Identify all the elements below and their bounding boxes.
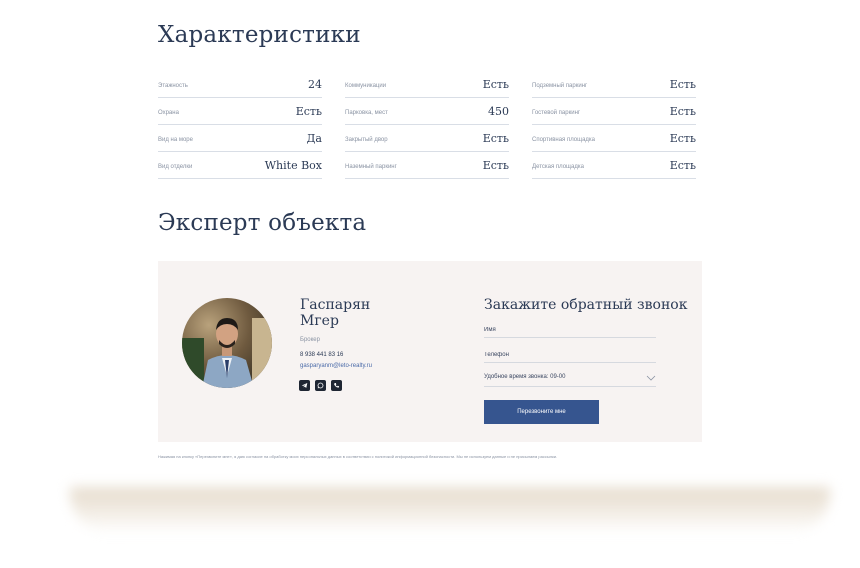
spec-column-2: Коммуникации Есть Парковка, мест 450 Зак… [345,72,509,180]
spec-label: Спортивная площадка [532,136,595,143]
avatar [182,298,272,388]
spec-value: Есть [669,105,696,118]
spec-row: Подземный паркинг Есть [532,72,696,98]
whatsapp-icon[interactable] [315,380,326,391]
spec-row: Наземный паркинг Есть [345,153,509,179]
spec-label: Парковка, мест [345,109,388,116]
spec-value: Есть [482,78,509,91]
spec-row: Вид на море Да [158,126,322,152]
spec-value: Есть [482,132,509,145]
callback-submit-button[interactable]: Перезвоните мне [484,400,599,424]
spec-label: Детская площадка [532,163,584,170]
spec-value: Есть [482,159,509,172]
name-input[interactable] [484,327,656,333]
expert-name-second: Мгер [300,313,339,329]
spec-row: Этажность 24 [158,72,322,98]
spec-label: Этажность [158,82,188,89]
spec-row: Парковка, мест 450 [345,99,509,125]
spec-value: Есть [669,132,696,145]
spec-label: Охрана [158,109,179,116]
viber-icon[interactable] [331,380,342,391]
spec-label: Гостевой паркинг [532,109,581,116]
spec-label: Закрытый двор [345,136,388,143]
call-time-select[interactable]: Удобное время звонка: 09-00 [484,367,656,387]
spec-value: Есть [669,159,696,172]
phone-field [484,343,656,363]
expert-card: Гаспарян Мгер Брокер 8 938 441 83 16 gas… [158,261,702,442]
spec-value: 450 [488,105,509,118]
expert-role: Брокер [300,337,320,343]
spec-row: Гостевой паркинг Есть [532,99,696,125]
spec-value: White Box [264,159,322,172]
spec-value: 24 [308,78,322,91]
spec-value: Есть [295,105,322,118]
chevron-down-icon [646,368,656,386]
spec-row: Спортивная площадка Есть [532,126,696,152]
expert-name-first: Гаспарян [300,297,371,313]
callback-form-title: Закажите обратный звонок [484,297,688,313]
spec-label: Коммуникации [345,82,387,89]
spec-label: Вид отделки [158,163,193,170]
name-field [484,318,656,338]
spec-row: Охрана Есть [158,99,322,125]
spec-value: Да [306,132,322,145]
spec-row: Закрытый двор Есть [345,126,509,152]
spec-row: Детская площадка Есть [532,153,696,179]
spec-row: Коммуникации Есть [345,72,509,98]
expert-phone-link[interactable]: 8 938 441 83 16 [300,352,343,358]
call-time-value: Удобное время звонка: 09-00 [484,373,566,380]
telegram-icon[interactable] [299,380,310,391]
expert-photo [182,298,272,388]
spec-column-3: Подземный паркинг Есть Гостевой паркинг … [532,72,696,180]
privacy-disclaimer: Нажимая на кнопку «Перезвоните мне», я д… [158,454,558,459]
spec-label: Вид на море [158,136,193,143]
expert-section-title: Эксперт объекта [158,210,367,236]
spec-row: Вид отделки White Box [158,153,322,179]
spec-label: Наземный паркинг [345,163,397,170]
expert-name: Гаспарян Мгер [300,297,370,329]
expert-email-link[interactable]: gasparyanm@leto-realty.ru [300,363,372,369]
phone-input[interactable] [484,352,656,358]
spec-value: Есть [669,78,696,91]
characteristics-title: Характеристики [158,22,361,48]
page-bottom-shadow [70,487,830,533]
social-links [299,380,342,391]
spec-column-1: Этажность 24 Охрана Есть Вид на море Да … [158,72,322,180]
characteristics-grid: Этажность 24 Охрана Есть Вид на море Да … [158,72,698,182]
spec-label: Подземный паркинг [532,82,588,89]
